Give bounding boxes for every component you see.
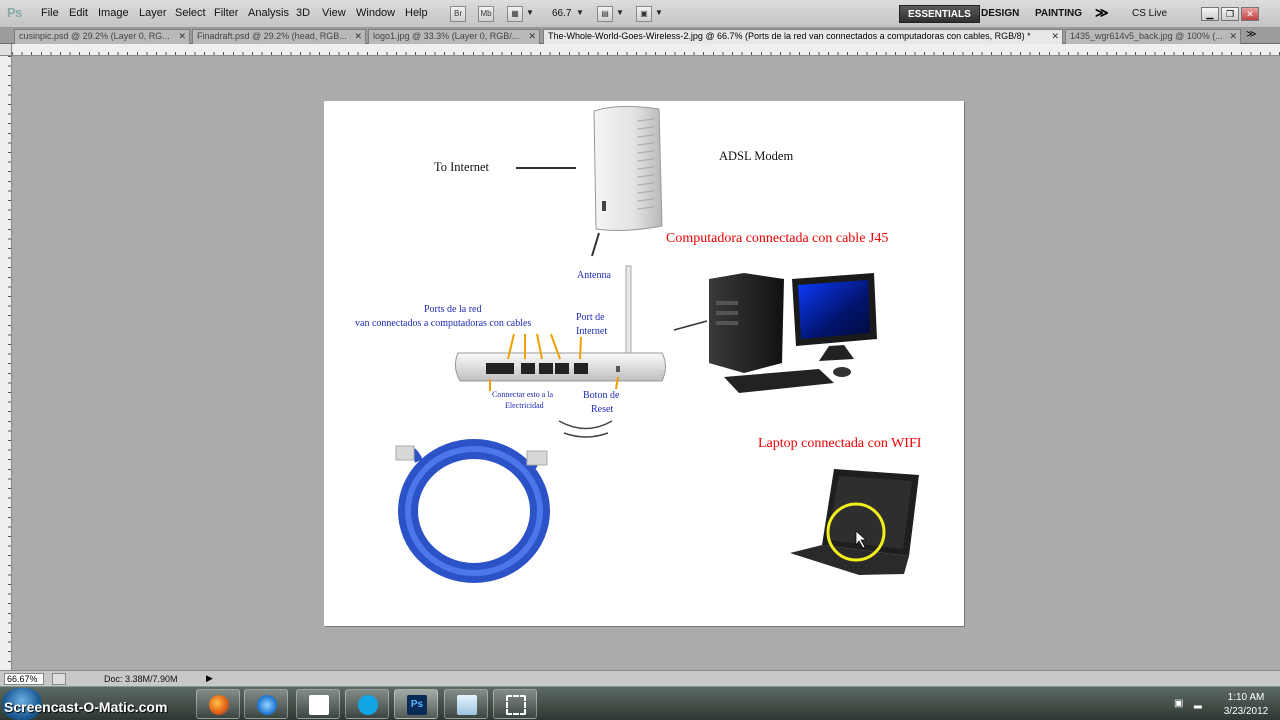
menu-3d[interactable]: 3D [296,7,310,19]
firefox-taskbar-button[interactable] [196,689,240,719]
screen-mode-icon[interactable]: ▣ [636,6,652,22]
tab-cusinpic[interactable]: cusinpic.psd @ 29.2% (Layer 0, RG... ✕ [14,29,190,44]
ports-label-line1: Ports de la red [424,304,482,315]
menu-filter[interactable]: Filter [214,7,238,19]
document-size: Doc: 3.38M/7.90M [104,674,178,684]
tab-finadraft[interactable]: Finadraft.psd @ 29.2% (head, RGB... ✕ [192,29,366,44]
tab-label: Finadraft.psd @ 29.2% (head, RGB... [197,31,347,41]
ethernet-cable-picture [395,439,550,583]
chevron-down-icon[interactable]: ▼ [655,8,663,17]
workspace-painting[interactable]: PAINTING [1027,5,1090,23]
port-internet-line2: Internet [576,326,608,337]
reset-label-line1: Boton de [583,390,620,401]
power-label-line2: Electricidad [505,401,544,410]
power-label-line1: Connectar esto a la [492,390,554,399]
chevron-down-icon[interactable]: ▼ [576,8,584,17]
bridge-button[interactable]: Br [450,6,466,22]
tab-active-document[interactable]: The-Whole-World-Goes-Wireless-2.jpg @ 66… [543,29,1063,44]
menu-analysis[interactable]: Analysis [248,7,289,19]
close-icon[interactable]: ✕ [1241,7,1259,21]
adsl-modem-picture [591,105,663,257]
to-internet-label: To Internet [434,160,490,174]
photoshop-taskbar-button[interactable]: Ps [394,689,438,719]
chevron-down-icon[interactable]: ▼ [616,8,624,17]
clock-date[interactable]: 3/23/2012 [1216,706,1276,717]
restore-icon[interactable]: ❐ [1221,7,1239,21]
mini-bridge-button[interactable]: Mb [478,6,494,22]
menu-select[interactable]: Select [175,7,206,19]
chevron-down-icon[interactable]: ▼ [526,8,534,17]
signal-tray-icon[interactable]: ▂ [1194,698,1204,709]
menu-file[interactable]: File [41,7,59,19]
skype-icon [358,695,378,715]
antenna-label: Antenna [577,270,611,281]
menu-view[interactable]: View [322,7,346,19]
menu-window[interactable]: Window [356,7,395,19]
close-icon[interactable]: ✕ [1229,30,1237,43]
close-icon[interactable]: ✕ [354,30,362,43]
router-picture [454,265,666,438]
workspace-design[interactable]: DESIGN [973,5,1027,23]
zoom-level[interactable]: 66.7 [552,8,571,19]
guides-icon[interactable]: ▦ [507,6,523,22]
photoshop-logo: Ps [7,5,22,20]
menu-layer[interactable]: Layer [139,7,167,19]
tab-label: cusinpic.psd @ 29.2% (Layer 0, RG... [19,31,170,41]
calendar-taskbar-button[interactable] [296,689,340,719]
tab-label: The-Whole-World-Goes-Wireless-2.jpg @ 66… [548,31,1031,41]
status-menu-arrow-icon[interactable]: ▶ [206,673,213,684]
screencast-watermark: Screencast-O-Matic.com [4,699,168,715]
computer-caption: Computadora connectada con cable J45 [666,231,889,246]
vertical-ruler[interactable] [0,56,12,670]
tab-label: logo1.jpg @ 33.3% (Layer 0, RGB/... [373,31,520,41]
internet-explorer-icon [257,695,277,715]
menu-help[interactable]: Help [405,7,428,19]
tab-label: 1435_wgr614v5_back.jpg @ 100% (... [1070,31,1223,41]
horizontal-ruler[interactable] [12,44,1280,56]
calendar-icon [309,695,329,715]
tab-wgr614v5[interactable]: 1435_wgr614v5_back.jpg @ 100% (... ✕ [1065,29,1241,44]
network-tray-icon[interactable]: ▣ [1174,698,1184,709]
screencast-taskbar-button[interactable] [493,689,537,719]
clock-time[interactable]: 1:10 AM [1216,692,1276,703]
document-tab-bar: cusinpic.psd @ 29.2% (Layer 0, RG... ✕ F… [0,28,1280,44]
firefox-icon [209,695,229,715]
arrange-documents-icon[interactable]: ▤ [597,6,613,22]
network-diagram-image [395,105,919,583]
port-internet-line1: Port de [576,312,605,323]
notes-icon [457,695,477,715]
close-icon[interactable]: ✕ [528,30,536,43]
document-info-icon[interactable] [52,673,66,685]
tab-logo1[interactable]: logo1.jpg @ 33.3% (Layer 0, RGB/... ✕ [368,29,540,44]
ruler-corner [0,44,12,56]
windows-taskbar: Screencast-O-Matic.com Ps ▣ ▂ 1:10 AM 3/… [0,686,1280,720]
notes-taskbar-button[interactable] [444,689,488,719]
close-icon[interactable]: ✕ [178,30,186,43]
document-canvas[interactable]: To Internet ADSL Modem Computadora conne… [324,101,964,626]
ie-taskbar-button[interactable] [244,689,288,719]
more-workspaces-icon[interactable]: ≫ [1095,5,1109,21]
laptop-caption: Laptop connectada con WIFI [758,436,922,451]
close-icon[interactable]: ✕ [1051,30,1059,43]
zoom-percentage-field[interactable]: 66.67% [4,673,44,685]
more-tabs-icon[interactable]: ≫ [1246,29,1256,40]
reset-label-line2: Reset [591,404,614,415]
cs-live-button[interactable]: CS Live [1132,8,1167,19]
status-bar: 66.67% Doc: 3.38M/7.90M ▶ [0,670,1280,686]
photoshop-icon: Ps [407,695,427,715]
menu-bar: Ps File Edit Image Layer Select Filter A… [0,0,1280,28]
laptop-picture [790,469,919,575]
skype-taskbar-button[interactable] [345,689,389,719]
screen-capture-icon [506,695,526,715]
ports-label-line2: van connectados a computadoras con cable… [355,318,532,329]
menu-image[interactable]: Image [98,7,129,19]
desktop-computer-picture [673,273,877,393]
minimize-icon[interactable]: ▁ [1201,7,1219,21]
adsl-modem-label: ADSL Modem [719,149,794,163]
workspace-essentials[interactable]: ESSENTIALS [899,5,980,23]
menu-edit[interactable]: Edit [69,7,88,19]
